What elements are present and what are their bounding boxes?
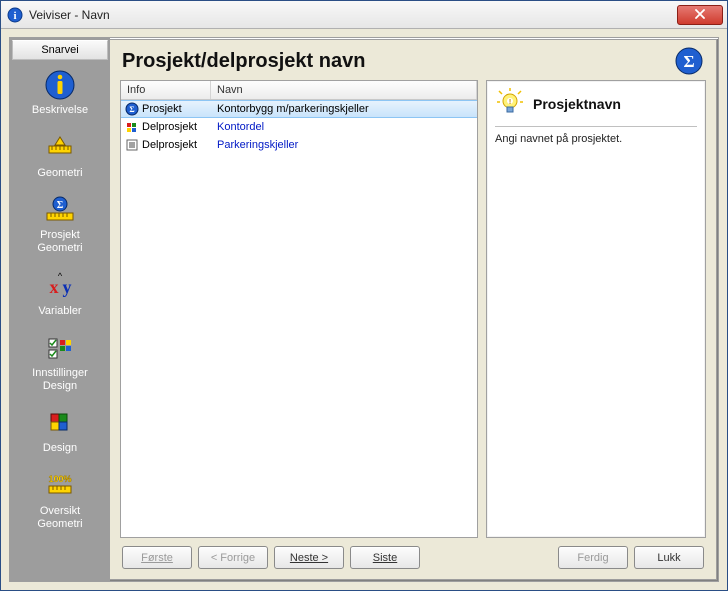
list-header: Info Navn (121, 81, 477, 100)
table-row[interactable]: Σ Prosjekt Kontorbygg m/parkeringskjelle… (121, 100, 477, 118)
sidebar-item-label: Design (43, 442, 77, 455)
sidebar-item-geometri[interactable]: Geometri (10, 125, 110, 188)
sidebar-header: Snarvei (12, 40, 108, 60)
info-icon (43, 68, 77, 102)
button-row: Første < Forrige Neste > Siste Ferdig Lu… (120, 538, 706, 571)
hint-body: Angi navnet på prosjektet. (495, 133, 697, 145)
subproject-mini-icon (125, 120, 139, 134)
sidebar-item-prosjekt-geometri[interactable]: Σ Prosjekt Geometri (10, 187, 110, 262)
hint-title: Prosjektnavn (533, 96, 621, 112)
sidebar-item-label: Innstillinger Design (32, 367, 88, 392)
column-header-info[interactable]: Info (121, 81, 211, 99)
sidebar-item-label: Geometri (37, 167, 82, 180)
sigma-icon: Σ (674, 46, 704, 76)
window-close-button[interactable] (677, 5, 723, 25)
cell-navn: Kontordel (211, 121, 477, 133)
sidebar-item-beskrivelse[interactable]: Beskrivelse (10, 62, 110, 125)
sidebar-item-design[interactable]: Design (10, 400, 110, 463)
sidebar-item-oversikt-geometri[interactable]: 100% Oversikt Geometri (10, 463, 110, 538)
titlebar: i Veiviser - Navn (1, 1, 727, 29)
close-button[interactable]: Lukk (634, 546, 704, 569)
window: i Veiviser - Navn Snarvei Beskrivelse (0, 0, 728, 591)
cell-info: Delprosjekt (142, 121, 197, 133)
sidebar-item-innstillinger-design[interactable]: Innstillinger Design (10, 325, 110, 400)
table-row[interactable]: Delprosjekt Kontordel (121, 118, 477, 136)
ruler-icon (43, 131, 77, 165)
svg-text:100%: 100% (48, 474, 71, 484)
cell-info: Prosjekt (142, 103, 182, 115)
content-header: Prosjekt/delprosjekt navn Σ (120, 46, 706, 76)
checklist-icon (43, 331, 77, 365)
svg-text:!: ! (509, 99, 511, 106)
next-button[interactable]: Neste > (274, 546, 344, 569)
column-header-navn[interactable]: Navn (211, 81, 477, 99)
svg-text:i: i (13, 10, 16, 22)
table-row[interactable]: Delprosjekt Parkeringskjeller (121, 136, 477, 154)
svg-text:Σ: Σ (129, 105, 134, 114)
content-area: Prosjekt/delprosjekt navn Σ Info Navn (110, 40, 716, 579)
client-area: Snarvei Beskrivelse Geometri Σ (1, 29, 727, 590)
project-list: Info Navn Σ Prosjekt (120, 80, 478, 538)
hint-panel: ! Prosjektnavn Angi navnet på prosjektet… (486, 80, 706, 538)
close-icon (695, 8, 705, 22)
svg-text:y: y (63, 277, 72, 297)
sidebar: Snarvei Beskrivelse Geometri Σ (10, 38, 110, 581)
sidebar-item-label: Beskrivelse (32, 104, 88, 117)
list-body: Σ Prosjekt Kontorbygg m/parkeringskjelle… (121, 100, 477, 537)
sidebar-item-label: Oversikt Geometri (37, 505, 82, 530)
last-button[interactable]: Siste (350, 546, 420, 569)
lightbulb-icon: ! (495, 87, 525, 120)
main-panel: Snarvei Beskrivelse Geometri Σ (9, 37, 719, 582)
cell-info: Delprosjekt (142, 139, 197, 151)
subproject-list-mini-icon (125, 138, 139, 152)
ruler-100-icon: 100% (43, 469, 77, 503)
svg-text:Σ: Σ (683, 52, 694, 71)
cell-navn: Kontorbygg m/parkeringskjeller (211, 103, 477, 115)
cube-icon (43, 406, 77, 440)
sidebar-item-label: Variabler (38, 305, 81, 318)
ruler-sigma-icon: Σ (43, 193, 77, 227)
page-title: Prosjekt/delprosjekt navn (122, 50, 365, 73)
sidebar-item-label: Prosjekt Geometri (37, 229, 82, 254)
app-icon: i (7, 7, 23, 23)
finish-button[interactable]: Ferdig (558, 546, 628, 569)
sigma-mini-icon: Σ (125, 102, 139, 116)
previous-button[interactable]: < Forrige (198, 546, 268, 569)
svg-text:Σ: Σ (57, 200, 64, 211)
first-button[interactable]: Første (122, 546, 192, 569)
window-title: Veiviser - Navn (29, 8, 110, 22)
sidebar-item-variabler[interactable]: xy^ Variabler (10, 263, 110, 326)
cell-navn: Parkeringskjeller (211, 139, 477, 151)
xy-icon: xy^ (43, 269, 77, 303)
panels: Info Navn Σ Prosjekt (120, 80, 706, 538)
